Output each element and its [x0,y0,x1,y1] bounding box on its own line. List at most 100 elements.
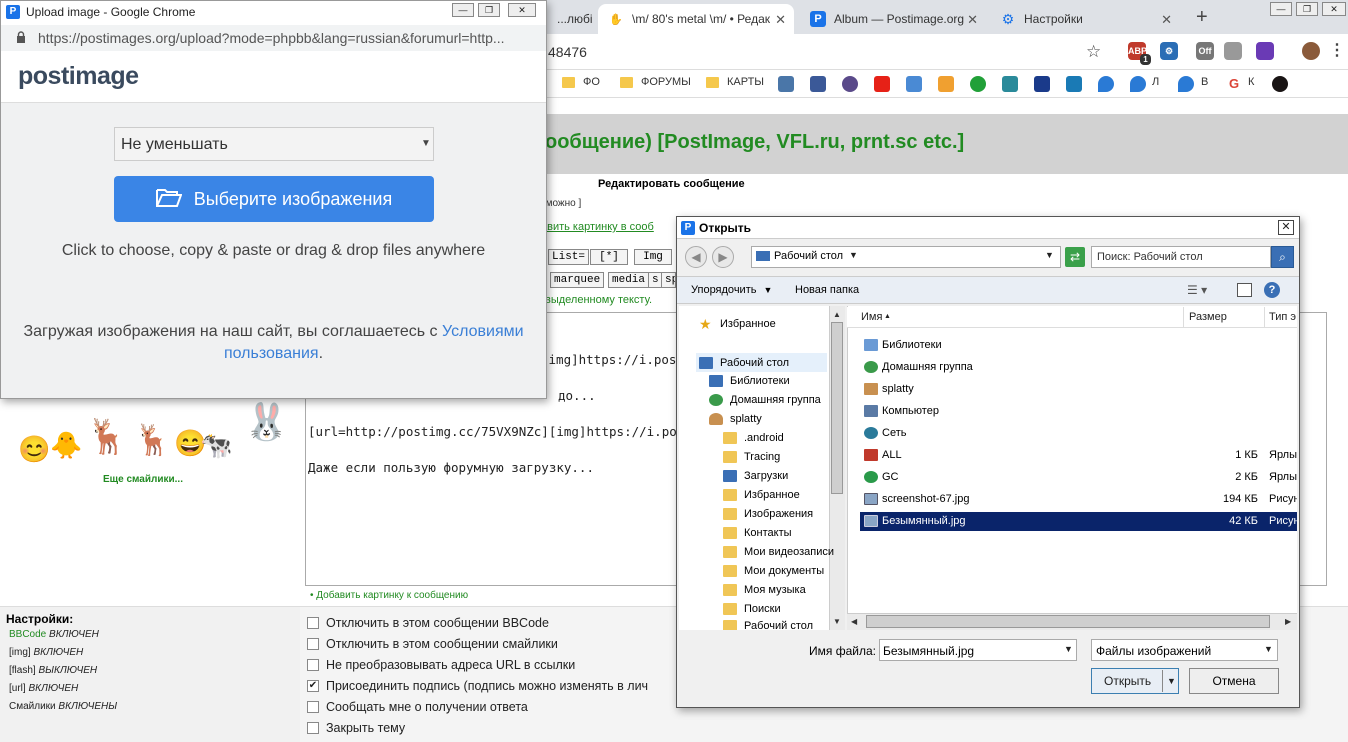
file-row[interactable]: Библиотеки [860,336,1297,355]
bbcode-list-button[interactable]: List= [548,249,590,265]
nav-item-desktop[interactable]: Рабочий стол [696,353,827,372]
close-window-icon[interactable]: ✕ [1322,2,1346,16]
resize-select[interactable]: Не уменьшать [114,127,434,161]
nav-item-videos[interactable]: Мои видеозаписи [723,546,834,558]
column-name[interactable]: Имя [861,311,882,323]
minimize-icon[interactable]: — [452,3,474,17]
file-row[interactable]: GC 2 КБ Ярлы [860,468,1297,487]
smiley-icon[interactable]: 🐥 [50,432,82,458]
chevron-down-icon[interactable]: ▼ [1045,250,1054,260]
chevron-down-icon[interactable]: ▼ [1064,644,1073,654]
view-options-icon[interactable]: ☰ ▾ [1187,283,1207,297]
scrollbar-thumb[interactable] [866,615,1270,628]
organize-menu[interactable]: Упорядочить ▼ [691,284,772,296]
sber-icon[interactable] [970,76,986,92]
bookmark-folder[interactable]: ФО [562,76,600,88]
off-extension-icon[interactable]: Off [1196,42,1214,60]
checkbox[interactable] [307,638,319,650]
scroll-left-icon[interactable]: ◀ [851,617,857,626]
drop-icon[interactable] [1130,76,1146,92]
close-tab-icon[interactable]: ✕ [967,12,978,28]
bbcode-marquee-button[interactable]: marquee [550,272,605,288]
scrollbar-thumb[interactable] [831,322,843,494]
nav-item-libraries[interactable]: Библиотеки [709,375,790,387]
back-arrow-icon[interactable]: ◀ [685,246,707,268]
vk-icon[interactable] [778,76,794,92]
nav-item-downloads[interactable]: Загрузки [723,470,788,482]
spotify-icon[interactable] [1272,76,1288,92]
bbcode-media-button[interactable]: media [608,272,650,288]
nav-item-favorites[interactable]: ★ Избранное [699,317,776,331]
file-row[interactable]: ALL 1 КБ Ярлы [860,446,1297,465]
help-icon[interactable]: ? [1264,282,1280,298]
option-disable-smilies[interactable]: Отключить в этом сообщении смайлики [307,637,558,651]
new-folder-button[interactable]: Новая папка [795,284,859,296]
nav-item-music[interactable]: Моя музыка [723,584,806,596]
bookmark-folder[interactable]: КАРТЫ [706,76,764,88]
paypal-icon[interactable] [1034,76,1050,92]
tab-settings[interactable]: ⚙ Настройки ✕ [990,4,1180,34]
bbcode-item-button[interactable]: [*] [590,249,628,265]
file-row[interactable]: Компьютер [860,402,1297,421]
bbcode-spoiler-button[interactable]: sp [661,272,676,288]
maximize-icon[interactable]: ❐ [1296,2,1318,16]
scroll-up-icon[interactable]: ▲ [833,310,841,319]
checkbox[interactable] [307,722,319,734]
moose-icon[interactable]: 🐄 [200,432,232,458]
gear-extension-icon[interactable]: ⚙ [1160,42,1178,60]
extension-icon[interactable] [1224,42,1242,60]
refresh-icon[interactable]: ⇄ [1065,247,1085,267]
drop-icon[interactable] [1098,76,1114,92]
more-smilies-link[interactable]: Еще смайлики... [103,474,183,485]
nav-item-contacts[interactable]: Контакты [723,527,792,539]
nav-item-desktop-folder[interactable]: Рабочий стол [723,620,813,630]
file-row-selected[interactable]: Безымянный.jpg 42 КБ Рисун [860,512,1297,531]
scroll-right-icon[interactable]: ▶ [1285,617,1291,626]
nav-item-homegroup[interactable]: Домашняя группа [709,394,821,406]
bookmark-item[interactable]: К [1248,76,1254,88]
filename-input[interactable]: Безымянный.jpg [879,639,1077,661]
nav-item-favorites-folder[interactable]: Избранное [723,489,800,501]
file-row[interactable]: Сеть [860,424,1297,443]
choose-images-button[interactable]: Выберите изображения [114,176,434,222]
tab-album[interactable]: P Album — Postimage.org ✕ [800,4,986,34]
extension-icon[interactable] [1256,42,1274,60]
scroll-down-icon[interactable]: ▼ [833,617,841,626]
nav-item-searches[interactable]: Поиски [723,603,781,615]
smiley-icon[interactable]: 😊 [18,436,50,462]
nav-item-folder[interactable]: Tracing [723,451,780,463]
close-tab-icon[interactable]: ✕ [775,12,786,28]
filetype-select[interactable]: Файлы изображений [1091,639,1278,661]
bookmark-folder[interactable]: ФОРУМЫ [620,76,691,88]
close-tab-icon[interactable]: ✕ [1161,12,1172,28]
moose-icon[interactable]: 🦌 [134,426,171,456]
close-icon[interactable]: ✕ [1278,220,1294,235]
maximize-icon[interactable]: ❐ [478,3,500,17]
chevron-down-icon[interactable]: ▼ [1264,644,1273,654]
setting-name[interactable]: BBCode [9,629,46,640]
minimize-icon[interactable]: — [1270,2,1292,16]
address-url[interactable]: 48476 [548,44,587,60]
bookmark-star-icon[interactable]: ☆ [1086,42,1101,62]
tab-forum[interactable]: ✋ \m/ 80's metal \m/ • Редак ✕ [598,4,794,34]
drop-icon[interactable] [1178,76,1194,92]
nav-item-pictures[interactable]: Изображения [723,508,813,520]
topic-title[interactable]: ообщение) [PostImage, VFL.ru, prnt.sc et… [545,131,964,154]
file-row[interactable]: screenshot-67.jpg 194 КБ Рисун [860,490,1297,509]
nav-item-folder[interactable]: .android [723,432,784,444]
file-row[interactable]: splatty [860,380,1297,399]
option-disable-bbcode[interactable]: Отключить в этом сообщении BBCode [307,616,549,630]
popup-url[interactable]: https://postimages.org/upload?mode=phpbb… [38,30,505,46]
bookmark-item[interactable]: Л [1152,76,1159,88]
close-window-icon[interactable]: ✕ [508,3,536,17]
chevron-down-icon[interactable]: ▼ [1167,676,1176,686]
column-size[interactable]: Размер [1189,311,1227,323]
translate-icon[interactable] [906,76,922,92]
nav-item-user[interactable]: splatty [709,413,762,425]
preview-pane-icon[interactable] [1237,283,1252,297]
option-lock-topic[interactable]: Закрыть тему [307,721,405,735]
nav-item-documents[interactable]: Мои документы [723,565,824,577]
bank-icon[interactable] [1002,76,1018,92]
facebook-icon[interactable] [810,76,826,92]
option-no-url-convert[interactable]: Не преобразовывать адреса URL в ссылки [307,658,575,672]
